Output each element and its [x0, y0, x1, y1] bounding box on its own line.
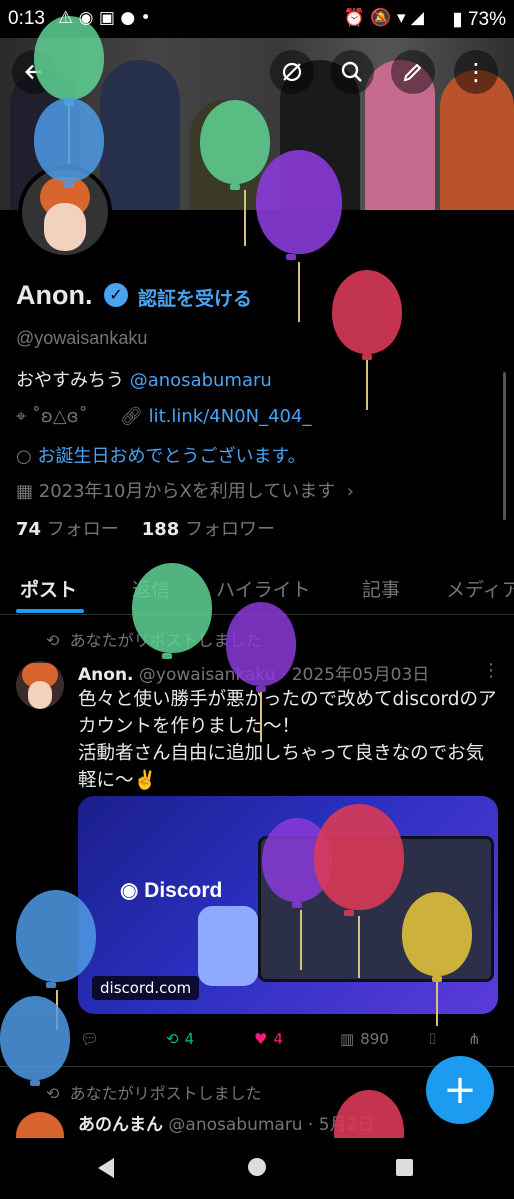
active-tab-indicator	[16, 609, 84, 613]
nav-recents-icon[interactable]	[396, 1159, 413, 1176]
heart-icon: ♥	[254, 1030, 268, 1048]
chevron-right-icon: ›	[341, 481, 354, 502]
link-icon: 🔗︎	[120, 406, 143, 427]
profile-birthday: ○ お誕生日おめでとうございます。	[16, 442, 306, 468]
post-more-icon[interactable]: ⋮	[482, 660, 500, 681]
repost-icon: ⟲	[46, 631, 60, 650]
balloon-purple-1	[256, 150, 342, 260]
repost-icon: ⟲	[46, 1084, 60, 1103]
profile-website[interactable]: 🔗︎ lit.link/4N0N_404_	[120, 406, 311, 427]
views-button[interactable]: ▥ 890	[340, 1030, 389, 1048]
balloon-string	[298, 262, 300, 322]
balloon-blue-1	[34, 98, 104, 188]
get-verified-link[interactable]: 認証を受ける	[138, 284, 252, 311]
following-link[interactable]: 74 フォロー	[16, 519, 119, 540]
discord-icon: ◉	[120, 879, 139, 902]
plus-icon: +	[443, 1067, 477, 1113]
balloon-green-3	[132, 563, 212, 659]
post-avatar[interactable]	[16, 661, 64, 709]
retweet-count: 4	[184, 1030, 195, 1048]
retweet-button[interactable]: ⟲ 4	[166, 1030, 194, 1048]
pencil-icon	[403, 63, 422, 82]
like-count: 4	[273, 1030, 283, 1048]
balloon-red-1	[332, 270, 402, 360]
edit-button[interactable]	[391, 50, 435, 94]
more-vertical-icon: ⋮	[464, 58, 488, 86]
views-icon: ▥	[340, 1030, 355, 1048]
robot-illustration	[198, 906, 258, 986]
reply-icon: 💬︎	[80, 1030, 100, 1048]
balloon-string	[244, 190, 246, 246]
tab-articles[interactable]: 記事	[362, 575, 400, 602]
balloon-icon: ○	[16, 446, 32, 467]
media-domain-label: discord.com	[92, 976, 200, 1000]
profile-handle: @yowaisankaku	[16, 328, 148, 348]
notification-icons: ⚠ ◉ ▣ ● •	[58, 8, 151, 28]
more-button[interactable]: ⋮	[454, 50, 498, 94]
bio-mention-link[interactable]: @anosabumaru	[130, 370, 272, 391]
balloon-string	[436, 982, 438, 1026]
balloon-blue-3	[0, 996, 70, 1086]
clock: 0:13	[8, 8, 45, 29]
calendar-icon: ▦	[16, 481, 34, 502]
tab-highlights[interactable]: ハイライト	[216, 575, 311, 602]
balloon-green-2	[200, 100, 270, 190]
tab-media[interactable]: メディア	[446, 575, 514, 602]
profile-location: ⌖ ˚ʚ△ɞ˚	[16, 406, 88, 427]
nav-back-icon[interactable]	[98, 1158, 114, 1178]
share-button[interactable]: ⋔	[468, 1030, 481, 1048]
balloon-string	[366, 360, 368, 410]
status-bar: 0:13 ⚠ ◉ ▣ ● • ⏰ 🔕 ▾ ◢ ▮ 73%	[0, 0, 514, 38]
joined-text: 2023年10月からXを利用しています	[38, 481, 336, 502]
reply-button[interactable]: 💬︎	[80, 1030, 99, 1048]
search-icon	[341, 61, 362, 82]
profile-joined[interactable]: ▦ 2023年10月からXを利用しています ›	[16, 477, 354, 503]
balloon-string	[260, 692, 262, 742]
balloon-red-2	[314, 804, 404, 916]
balloon-string	[358, 916, 360, 978]
bookmark-button[interactable]: ⌷	[428, 1030, 437, 1048]
discord-logo: ◉ Discord	[120, 879, 223, 902]
post-author-2[interactable]: あのんまん	[78, 1115, 163, 1135]
balloon-string	[300, 910, 302, 970]
location-pin-icon: ⌖	[16, 406, 27, 427]
verified-badge-icon[interactable]: ✓	[104, 283, 128, 307]
birthday-text: お誕生日おめでとうございます。	[37, 446, 306, 467]
nav-home-icon[interactable]	[248, 1158, 266, 1176]
post-text: 色々と使い勝手が悪かったので改めてdiscordのアカウントを作りました〜！ 活…	[78, 689, 497, 791]
balloon-yellow-1	[402, 892, 472, 982]
location-text: ˚ʚ△ɞ˚	[31, 406, 88, 427]
grok-icon	[282, 62, 302, 82]
follow-stats: 74 フォロー 188 フォロワー	[16, 515, 275, 541]
profile-bio: おやすみちう @anosabumaru	[16, 366, 272, 392]
balloon-blue-2	[16, 890, 96, 988]
views-count: 890	[360, 1030, 389, 1048]
like-button[interactable]: ♥ 4	[254, 1030, 283, 1048]
bio-text: おやすみちう	[16, 370, 124, 391]
scrollbar[interactable]	[503, 372, 506, 520]
post-header-2: あのんまん @anosabumaru · 5月2日	[78, 1110, 374, 1135]
bookmark-icon: ⌷	[428, 1030, 438, 1048]
profile-name: Anon.	[16, 280, 93, 310]
compose-post-button[interactable]: +	[426, 1056, 494, 1124]
system-icons: ⏰ 🔕 ▾ ◢	[343, 8, 424, 28]
share-icon: ⋔	[468, 1030, 481, 1048]
system-nav-bar	[0, 1138, 514, 1199]
post-author[interactable]: Anon.	[78, 665, 134, 685]
search-button[interactable]	[330, 50, 374, 94]
retweet-icon: ⟲	[166, 1030, 179, 1048]
followers-link[interactable]: 188 フォロワー	[142, 519, 275, 540]
balloon-purple-2	[226, 602, 296, 692]
battery-level: ▮ 73%	[452, 9, 506, 30]
website-link[interactable]: lit.link/4N0N_404_	[149, 406, 312, 427]
grok-button[interactable]	[270, 50, 314, 94]
repost-note-2: ⟲ あなたがリポストしました	[46, 1084, 262, 1103]
tab-posts[interactable]: ポスト	[20, 575, 77, 602]
